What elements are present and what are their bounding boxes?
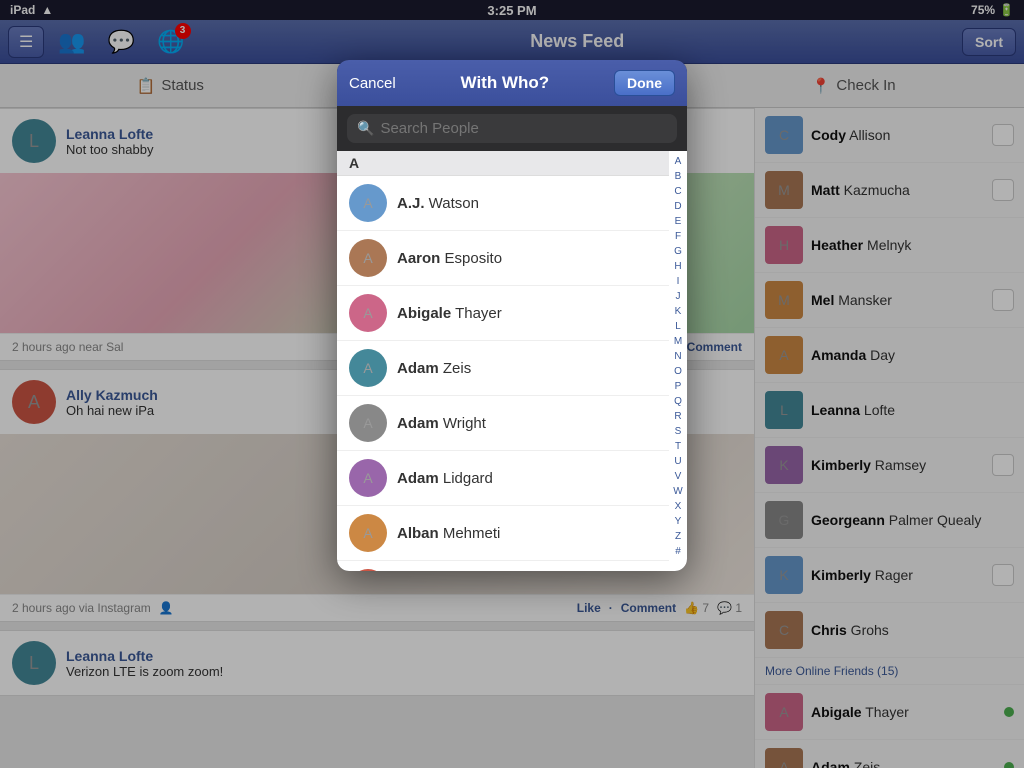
alpha-P[interactable]: P: [675, 380, 682, 394]
avatar-adam-l: A: [349, 459, 387, 497]
contact-name-adam-z: Adam Zeis: [397, 360, 471, 377]
alpha-U[interactable]: U: [674, 455, 681, 469]
avatar-alban: A: [349, 514, 387, 552]
alpha-D[interactable]: D: [674, 200, 681, 214]
avatar-alex-p: A: [349, 569, 387, 571]
contact-aj-watson[interactable]: A A.J. Watson: [337, 176, 669, 231]
alpha-E[interactable]: E: [675, 215, 682, 229]
alpha-K[interactable]: K: [675, 305, 682, 319]
contact-abigale-thayer[interactable]: A Abigale Thayer: [337, 286, 669, 341]
alpha-X[interactable]: X: [675, 500, 682, 514]
alpha-L[interactable]: L: [675, 320, 681, 334]
alpha-A[interactable]: A: [675, 155, 682, 169]
section-header-a: A: [337, 151, 669, 176]
modal-title: With Who?: [396, 73, 614, 93]
alpha-I[interactable]: I: [677, 275, 680, 289]
alpha-N[interactable]: N: [674, 350, 681, 364]
contact-name-aj: A.J. Watson: [397, 195, 479, 212]
contact-adam-zeis[interactable]: A Adam Zeis: [337, 341, 669, 396]
alpha-O[interactable]: O: [674, 365, 682, 379]
contact-adam-lidgard[interactable]: A Adam Lidgard: [337, 451, 669, 506]
search-wrap: 🔍: [347, 114, 677, 143]
search-people-input[interactable]: [380, 120, 667, 137]
alpha-M[interactable]: M: [674, 335, 682, 349]
contact-name-adam-l: Adam Lidgard: [397, 470, 493, 487]
contact-list: A A A.J. Watson A Aaron Esposito A Abiga…: [337, 151, 669, 571]
avatar-adam-z: A: [349, 349, 387, 387]
alpha-W[interactable]: W: [673, 485, 682, 499]
alpha-Z[interactable]: Z: [675, 530, 681, 544]
contact-name-abigale: Abigale Thayer: [397, 305, 502, 322]
alpha-B[interactable]: B: [675, 170, 682, 184]
modal-search: 🔍: [337, 106, 687, 151]
alpha-V[interactable]: V: [675, 470, 682, 484]
search-icon: 🔍: [357, 120, 374, 137]
alpha-Y[interactable]: Y: [675, 515, 682, 529]
contact-adam-wright[interactable]: A Adam Wright: [337, 396, 669, 451]
alpha-H[interactable]: H: [674, 260, 681, 274]
with-who-modal: Cancel With Who? Done 🔍 A A A.J. Watson …: [337, 60, 687, 571]
modal-done-button[interactable]: Done: [614, 70, 675, 96]
alpha-hash[interactable]: #: [675, 545, 681, 559]
contact-name-alban: Alban Mehmeti: [397, 525, 500, 542]
alpha-J[interactable]: J: [676, 290, 681, 304]
avatar-abigale-c: A: [349, 294, 387, 332]
alpha-T[interactable]: T: [675, 440, 681, 454]
modal-header: Cancel With Who? Done: [337, 60, 687, 106]
alpha-Q[interactable]: Q: [674, 395, 682, 409]
alpha-S[interactable]: S: [675, 425, 682, 439]
avatar-aj: A: [349, 184, 387, 222]
alpha-C[interactable]: C: [674, 185, 681, 199]
contact-alex-pollock[interactable]: A Alex Pollock: [337, 561, 669, 571]
contact-alban-mehmeti[interactable]: A Alban Mehmeti: [337, 506, 669, 561]
alpha-G[interactable]: G: [674, 245, 682, 259]
modal-cancel-button[interactable]: Cancel: [349, 75, 396, 92]
modal-contact-list: A A A.J. Watson A Aaron Esposito A Abiga…: [337, 151, 687, 571]
contact-name-adam-w: Adam Wright: [397, 415, 486, 432]
alpha-index: A B C D E F G H I J K L M N O P Q R S T: [669, 151, 687, 571]
avatar-adam-w: A: [349, 404, 387, 442]
avatar-aaron: A: [349, 239, 387, 277]
alpha-R[interactable]: R: [674, 410, 681, 424]
alpha-F[interactable]: F: [675, 230, 681, 244]
contact-aaron-esposito[interactable]: A Aaron Esposito: [337, 231, 669, 286]
contact-name-aaron: Aaron Esposito: [397, 250, 502, 267]
modal-overlay[interactable]: Cancel With Who? Done 🔍 A A A.J. Watson …: [0, 0, 1024, 768]
